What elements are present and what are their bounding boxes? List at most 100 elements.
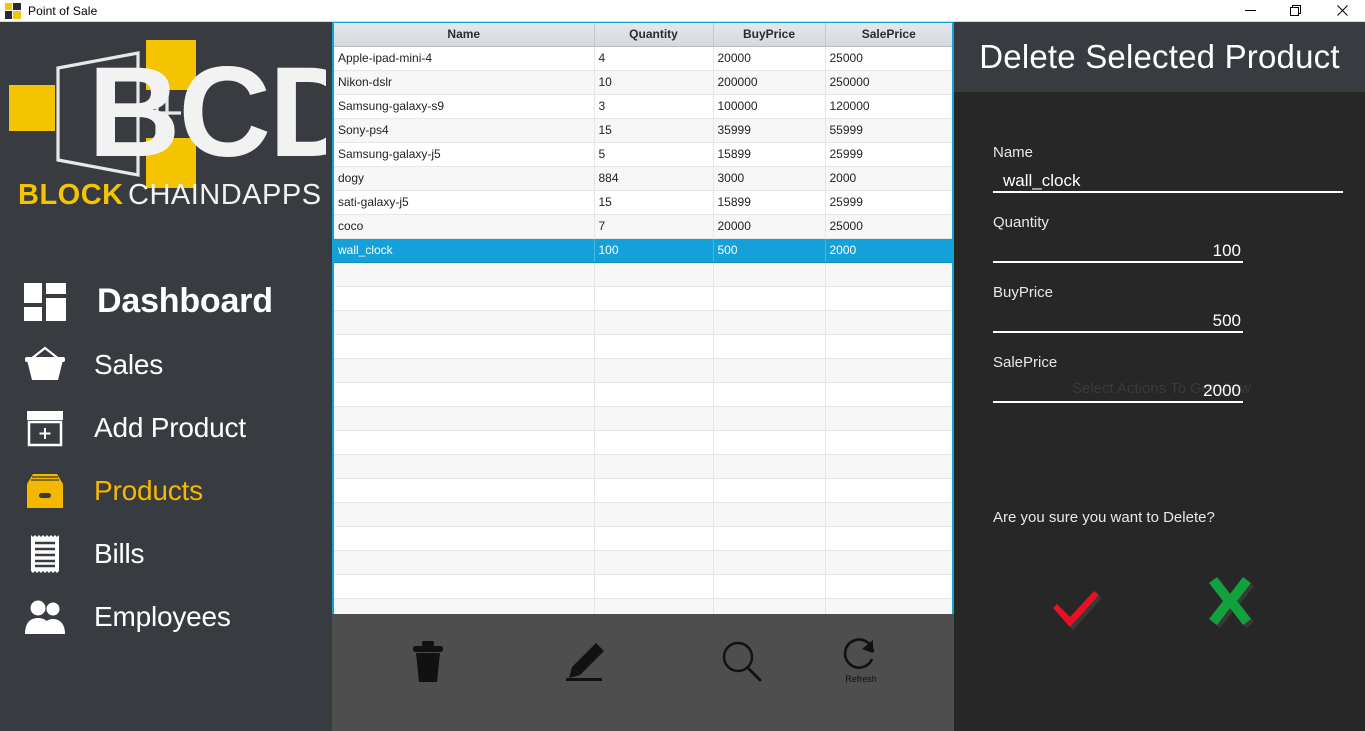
quantity-field-value[interactable]: 100 xyxy=(993,231,1243,261)
cell-quantity xyxy=(594,358,714,383)
table-row-empty[interactable] xyxy=(334,358,952,383)
cell-name: Nikon-dslr xyxy=(334,70,595,95)
column-header-buyprice[interactable]: BuyPrice xyxy=(713,23,826,47)
cell-saleprice xyxy=(825,382,952,407)
cell-name xyxy=(334,406,595,431)
cell-quantity: 884 xyxy=(594,166,714,191)
sidebar-item-sales[interactable]: Sales xyxy=(0,333,332,396)
cell-saleprice: 55999 xyxy=(825,118,952,143)
right-panel-title: Delete Selected Product xyxy=(979,38,1340,75)
cell-buyprice xyxy=(713,310,826,335)
buyprice-field-value[interactable]: 500 xyxy=(993,301,1243,331)
sidebar-item-dashboard[interactable]: Dashboard xyxy=(0,270,332,333)
column-header-quantity[interactable]: Quantity xyxy=(594,23,714,47)
table-row-empty[interactable] xyxy=(334,502,952,527)
delete-confirm-question: Are you sure you want to Delete? xyxy=(993,509,1215,526)
table-row[interactable]: wall_clock 100 500 2000 xyxy=(334,238,952,263)
sidebar-item-bills[interactable]: Bills xyxy=(0,522,332,585)
cell-buyprice xyxy=(713,262,826,287)
saleprice-field-group: SalePrice 2000 xyxy=(993,354,1243,403)
table-row-empty[interactable] xyxy=(334,430,952,455)
table-row-empty[interactable] xyxy=(334,382,952,407)
saleprice-field-underline xyxy=(993,401,1243,403)
receipt-icon xyxy=(18,534,72,574)
table-row-empty[interactable] xyxy=(334,574,952,599)
cell-saleprice xyxy=(825,478,952,503)
buyprice-field-group: BuyPrice 500 xyxy=(993,284,1243,333)
table-row[interactable]: Nikon-dslr 10 200000 250000 xyxy=(334,70,952,95)
table-row-empty[interactable] xyxy=(334,550,952,575)
table-row[interactable]: dogy 884 3000 2000 xyxy=(334,166,952,191)
product-box-icon xyxy=(18,472,72,510)
table-row[interactable]: Samsung-galaxy-s9 3 100000 120000 xyxy=(334,94,952,119)
maximize-button[interactable] xyxy=(1273,0,1319,22)
cell-name: Apple-ipad-mini-4 xyxy=(334,46,595,71)
cell-name: Sony-ps4 xyxy=(334,118,595,143)
cell-buyprice: 20000 xyxy=(713,46,826,71)
cell-saleprice xyxy=(825,406,952,431)
table-row-empty[interactable] xyxy=(334,334,952,359)
cell-quantity xyxy=(594,550,714,575)
minimize-button[interactable] xyxy=(1227,0,1273,22)
cell-name xyxy=(334,502,595,527)
cell-buyprice xyxy=(713,454,826,479)
table-row[interactable]: Sony-ps4 15 35999 55999 xyxy=(334,118,952,143)
sidebar-item-label: Sales xyxy=(94,348,164,380)
window-title: Point of Sale xyxy=(28,3,98,18)
column-header-saleprice[interactable]: SalePrice xyxy=(825,23,952,47)
search-product-button[interactable] xyxy=(692,624,792,696)
products-table[interactable]: Name Quantity BuyPrice SalePrice Apple-i… xyxy=(334,23,952,623)
cell-saleprice: 2000 xyxy=(825,238,952,263)
refresh-button[interactable]: Refresh xyxy=(811,624,911,696)
cell-quantity xyxy=(594,334,714,359)
cell-name xyxy=(334,310,595,335)
sidebar-item-label: Employees xyxy=(94,600,231,632)
table-row-empty[interactable] xyxy=(334,406,952,431)
basket-icon xyxy=(18,346,72,384)
table-row-empty[interactable] xyxy=(334,478,952,503)
cell-buyprice: 35999 xyxy=(713,118,826,143)
cell-quantity: 7 xyxy=(594,214,714,239)
cell-quantity xyxy=(594,382,714,407)
saleprice-field-value[interactable]: 2000 xyxy=(993,371,1243,401)
table-row[interactable]: sati-galaxy-j5 15 15899 25999 xyxy=(334,190,952,215)
close-button[interactable] xyxy=(1319,0,1365,22)
delete-product-button[interactable] xyxy=(378,624,478,696)
cell-quantity: 15 xyxy=(594,118,714,143)
cell-name xyxy=(334,334,595,359)
cell-buyprice xyxy=(713,358,826,383)
table-row-empty[interactable] xyxy=(334,454,952,479)
cell-saleprice xyxy=(825,526,952,551)
confirm-yes-button[interactable] xyxy=(1047,580,1109,637)
cell-name: sati-galaxy-j5 xyxy=(334,190,595,215)
table-row[interactable]: coco 7 20000 25000 xyxy=(334,214,952,239)
cell-buyprice xyxy=(713,406,826,431)
name-field-underline xyxy=(993,191,1343,193)
sidebar-item-employees[interactable]: Employees xyxy=(0,585,332,648)
edit-product-button[interactable] xyxy=(535,624,635,696)
cell-saleprice: 25999 xyxy=(825,142,952,167)
cell-saleprice xyxy=(825,262,952,287)
cell-name: Samsung-galaxy-s9 xyxy=(334,94,595,119)
table-row-empty[interactable] xyxy=(334,310,952,335)
cell-buyprice xyxy=(713,382,826,407)
cell-saleprice: 25000 xyxy=(825,214,952,239)
table-row-empty[interactable] xyxy=(334,526,952,551)
sidebar-item-products[interactable]: Products xyxy=(0,459,332,522)
cell-quantity xyxy=(594,262,714,287)
cell-name xyxy=(334,478,595,503)
quantity-field-underline xyxy=(993,261,1243,263)
name-field-value[interactable]: wall_clock xyxy=(993,161,1343,191)
table-row-empty[interactable] xyxy=(334,262,952,287)
sidebar-item-add-product[interactable]: Add Product xyxy=(0,396,332,459)
table-row[interactable]: Apple-ipad-mini-4 4 20000 25000 xyxy=(334,46,952,71)
confirm-no-button[interactable] xyxy=(1201,577,1265,640)
sidebar: BCD BLOCK CHAINDAPPS Dashboard Sales Add… xyxy=(0,22,332,731)
table-row[interactable]: Samsung-galaxy-j5 5 15899 25999 xyxy=(334,142,952,167)
column-header-name[interactable]: Name xyxy=(334,23,595,47)
window-controls xyxy=(1227,0,1365,22)
table-row-empty[interactable] xyxy=(334,286,952,311)
name-field-group: Name wall_clock xyxy=(993,144,1343,193)
red-check-icon xyxy=(1047,591,1109,636)
cell-buyprice xyxy=(713,550,826,575)
